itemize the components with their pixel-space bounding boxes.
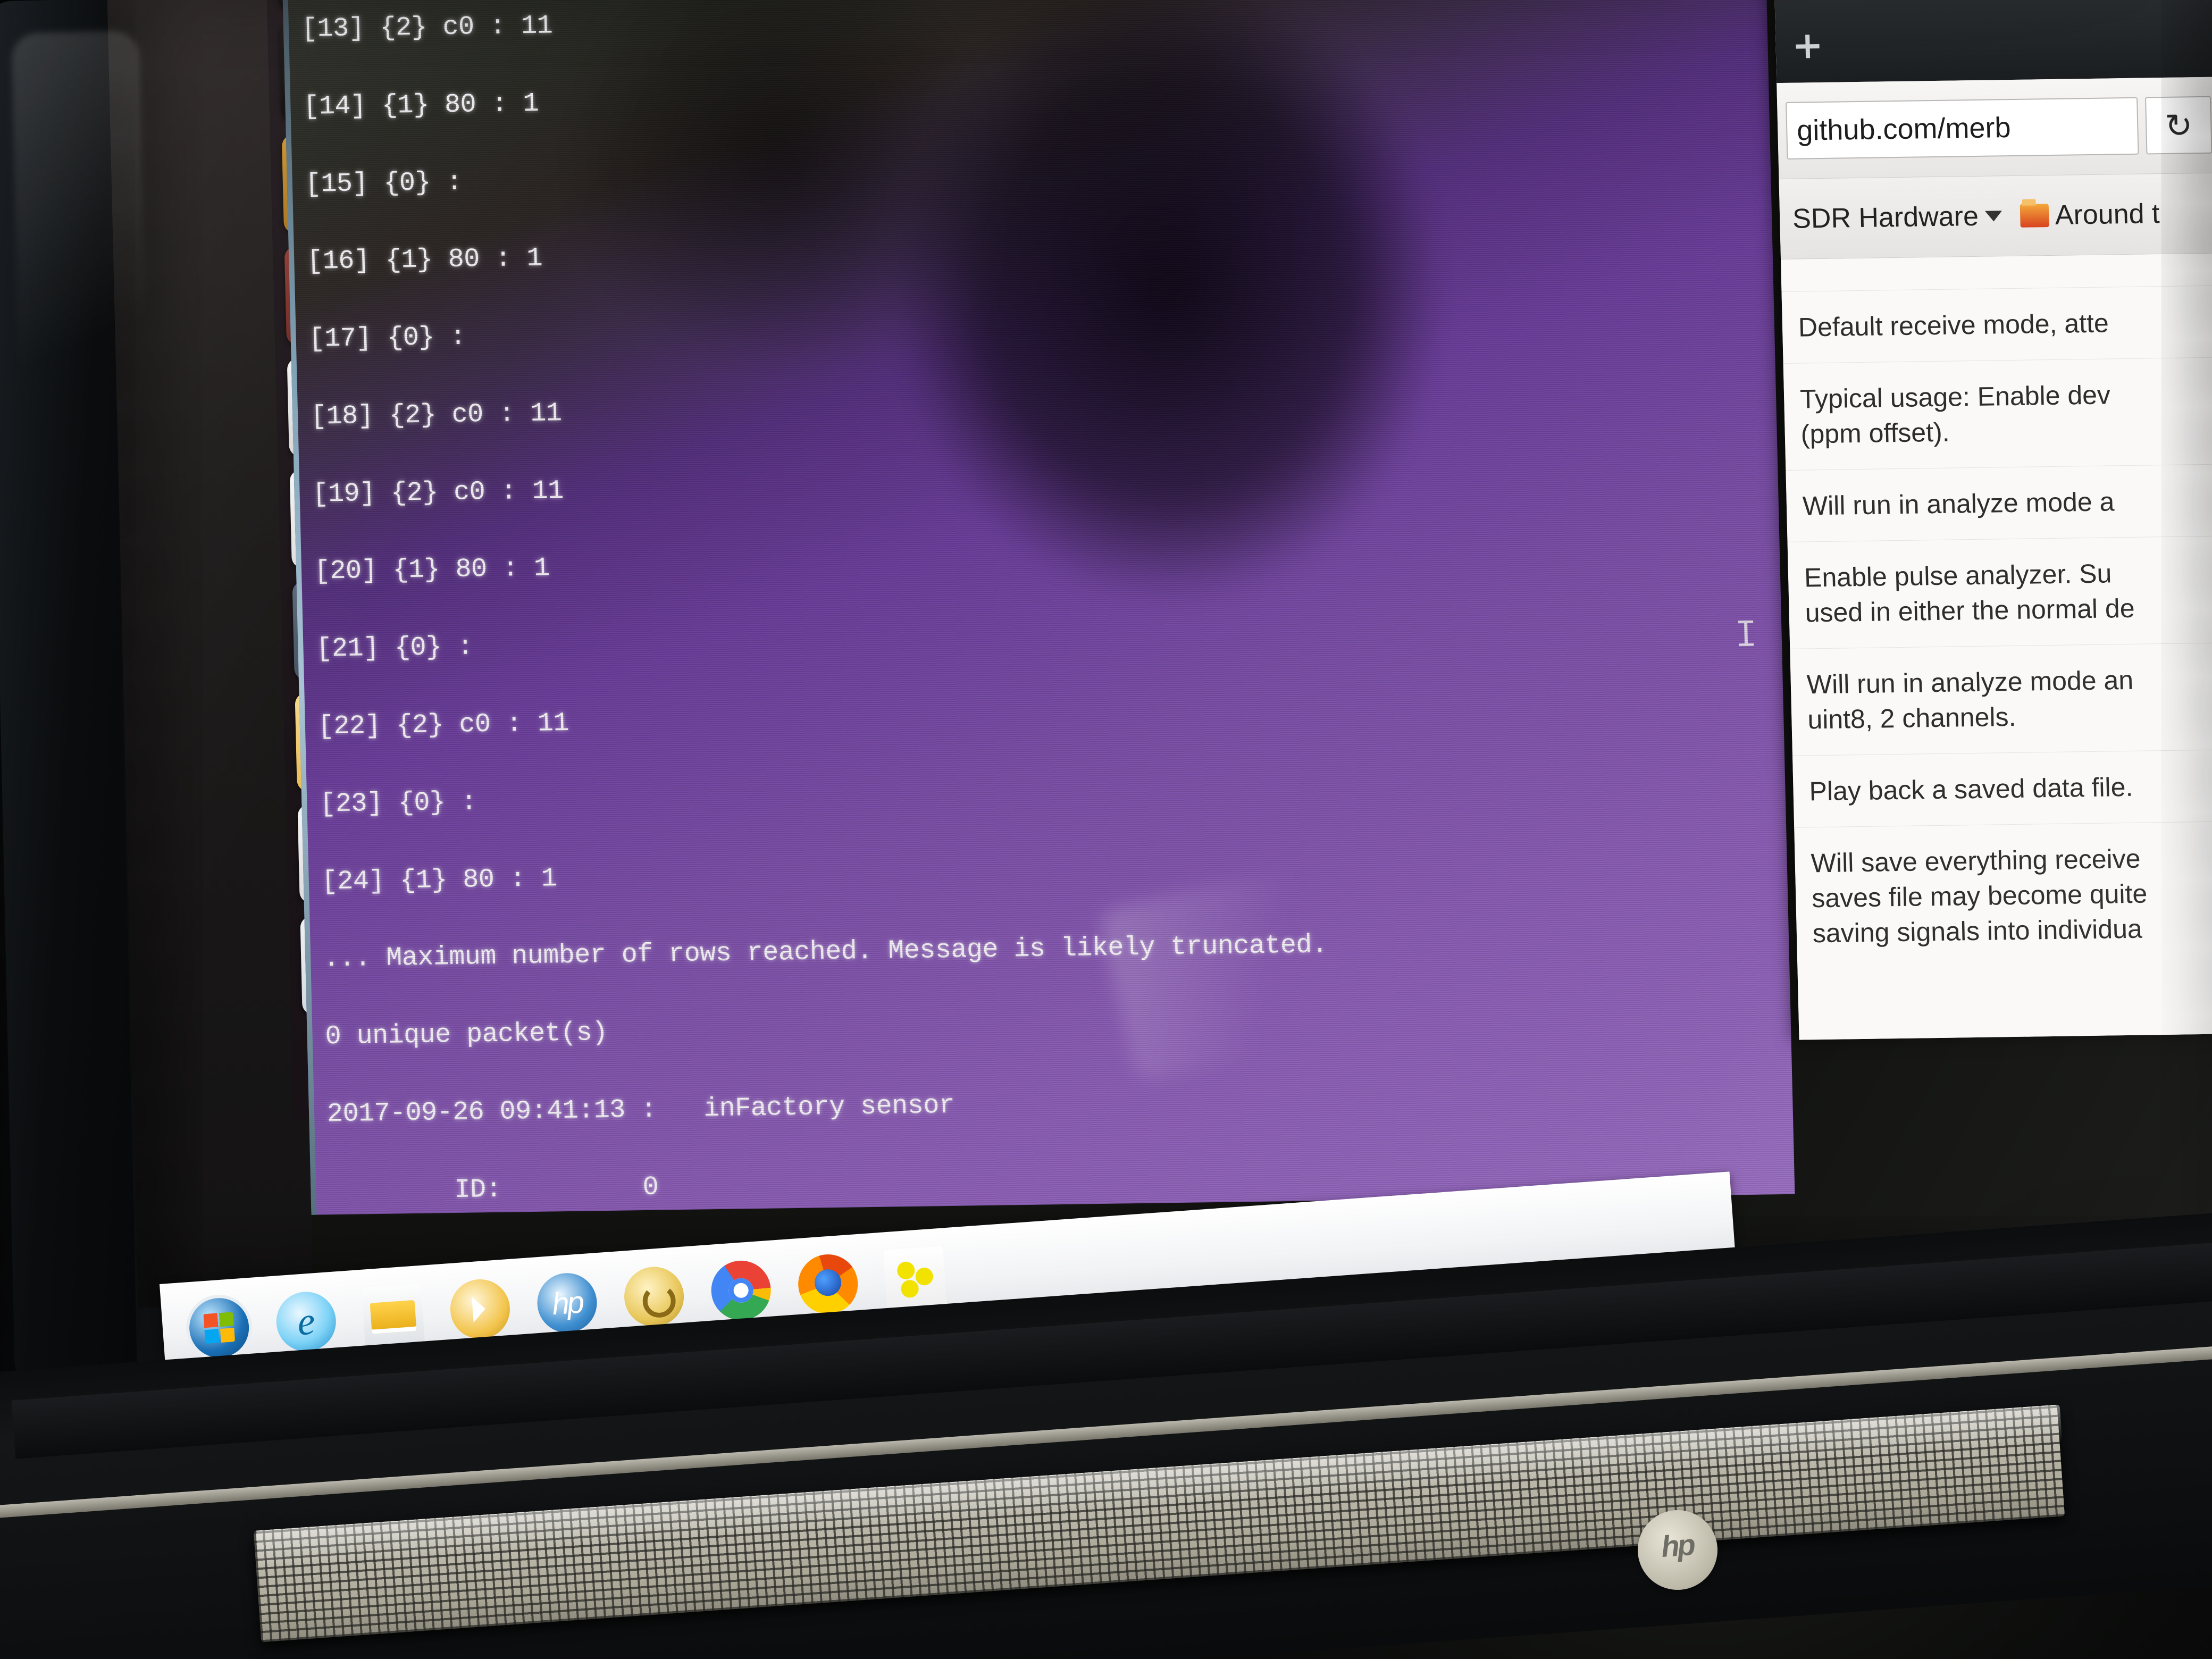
terminal-line: [21] {0} : [315,632,474,665]
terminal-line: [19] {2} c0 : 11 [312,475,564,510]
firefox-window[interactable]: github.com/merb ↻ SDR Hardware Around t [1773,0,2212,1040]
page-content: Default receive mode, atte Typical usage… [1781,252,2212,1040]
terminal-output: ~/Downloads/rtl_433 [13] {2} c0 : 11 [14… [298,0,1795,1215]
doc-line: saves file may become quite [1811,878,2148,914]
laptop-screen: ~/Downloads/rtl_433 [13] {2} c0 : 11 [14… [106,0,2212,1308]
doc-row: (ppm offset). [1784,409,2212,471]
text-cursor-icon [1744,620,1748,647]
terminal-line: [18] {2} c0 : 11 [310,398,562,432]
doc-row: Enable pulse analyzer. Su [1788,535,2212,596]
file-explorer-icon[interactable] [361,1283,425,1347]
hp-badge-label: hp [1660,1527,1695,1564]
hp-icon[interactable] [535,1271,599,1335]
bookmarks-bar[interactable]: SDR Hardware Around t [1779,172,2212,260]
reload-icon: ↻ [2164,107,2193,145]
photo-of-laptop-screen: ~/Downloads/rtl_433 [13] {2} c0 : 11 [14… [0,0,2212,1659]
windows-media-player-icon[interactable] [448,1277,512,1341]
doc-row: Default receive mode, atte [1781,284,2212,364]
terminal-line: [20] {1} 80 : 1 [314,553,550,588]
bookmark-label: SDR Hardware [1792,200,1979,234]
terminal-line-sensor-header: 2017-09-26 09:41:13 : inFactory sensor [326,1090,955,1130]
doc-row: Will save everything receive [1794,820,2212,881]
doc-line: Typical usage: Enable dev [1799,380,2111,414]
internet-explorer-icon[interactable] [274,1289,338,1354]
doc-row: Play back a saved data file. [1792,749,2212,828]
doc-row: Will run in analyze mode an [1790,642,2212,702]
firefox-tabstrip[interactable] [1773,0,2212,83]
terminal-line: [13] {2} c0 : 11 [301,11,553,45]
bookmark-sdr-hardware[interactable]: SDR Hardware [1792,200,2002,234]
terminal-line: [14] {1} 80 : 1 [303,88,539,122]
terminal-line: [22] {2} c0 : 11 [317,708,569,742]
doc-row: uint8, 2 channels. [1791,695,2212,756]
bookmark-label: Around t [2055,198,2160,231]
bookmark-around-the[interactable]: Around t [2020,198,2160,232]
folder-icon [2020,204,2049,228]
terminal-line: [23] {0} : [319,787,477,820]
new-tab-icon[interactable] [1796,35,1820,58]
doc-row: saves file may become quite [1796,874,2212,916]
doc-row: Typical usage: Enable dev [1783,356,2212,417]
url-input[interactable]: github.com/merb [1786,97,2139,160]
terminal-line: [24] {1} 80 : 1 [321,863,558,897]
doc-line: Will run in analyze mode an [1806,665,2134,700]
doc-line: Enable pulse analyzer. Su [1804,558,2112,593]
doc-row: used in either the normal de [1788,588,2212,649]
terminal-line: [15] {0} : [305,167,463,200]
chevron-down-icon [1984,211,2002,222]
terminal-window[interactable]: ~/Downloads/rtl_433 [13] {2} c0 : 11 [14… [280,0,1795,1215]
gold-circle-icon[interactable] [622,1264,686,1329]
chrome-icon[interactable] [709,1258,773,1322]
firefox-navigation-bar[interactable]: github.com/merb ↻ [1777,76,2212,180]
firefox-icon[interactable] [796,1252,860,1316]
doc-row: saving signals into individua [1812,914,2143,949]
terminal-line: [17] {0} : [308,322,466,355]
terminal-line: [16] {1} 80 : 1 [306,243,543,278]
start-orb[interactable] [187,1296,252,1360]
reload-button[interactable]: ↻ [2145,96,2212,155]
doc-line: Will save everything receive [1811,843,2141,878]
lid-reflection [11,30,148,470]
terminal-line-packet-count: 0 unique packet(s) [325,1018,608,1052]
yellow-dots-icon[interactable] [883,1246,947,1310]
terminal-line-truncation-notice: ... Maximum number of rows reached. Mess… [323,930,1328,975]
doc-row: Will run in analyze mode a [1786,463,2212,542]
url-text: github.com/merb [1796,112,2012,147]
